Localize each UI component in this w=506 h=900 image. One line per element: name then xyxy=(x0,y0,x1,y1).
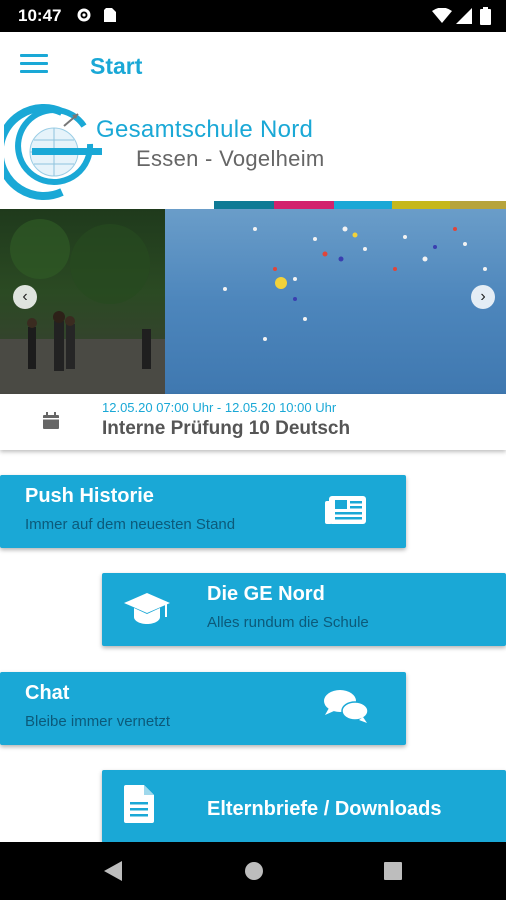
carousel-next-button[interactable]: › xyxy=(471,285,495,309)
status-time: 10:47 xyxy=(18,6,62,25)
system-nav-bar xyxy=(0,842,506,900)
tile-title: Push Historie xyxy=(25,485,154,507)
color-stripe xyxy=(334,201,392,209)
chat-bubbles-icon xyxy=(324,690,369,723)
die-ge-nord-button[interactable]: Die GE Nord Alles rundum die Schule xyxy=(102,573,506,646)
tile-title: Chat xyxy=(25,682,70,704)
app-bar: Start xyxy=(0,32,506,102)
settings-gear-icon xyxy=(76,7,92,28)
tile-subtitle: Alles rundum die Schule xyxy=(207,614,369,631)
tile-title: Die GE Nord xyxy=(207,583,325,605)
event-title: Interne Prüfung 10 Deutsch xyxy=(102,418,351,439)
school-logo-emblem-icon xyxy=(4,104,102,200)
home-circle-icon[interactable] xyxy=(244,861,264,881)
school-logo: Gesamtschule Nord Essen - Vogelheim xyxy=(0,102,506,210)
wifi-icon xyxy=(432,7,452,29)
tile-subtitle: Bleibe immer vernetzt xyxy=(25,713,171,730)
color-stripe xyxy=(274,201,334,209)
graduation-cap-icon xyxy=(124,593,170,624)
color-stripe xyxy=(214,201,274,209)
carousel-image-balloons xyxy=(165,209,506,394)
back-triangle-icon[interactable] xyxy=(104,861,122,881)
push-historie-button[interactable]: Push Historie Immer auf dem neuesten Sta… xyxy=(0,475,406,548)
carousel-prev-button[interactable]: ‹ xyxy=(13,285,37,309)
newspaper-icon xyxy=(325,496,366,524)
page-title: Start xyxy=(90,53,143,79)
sim-card-icon xyxy=(103,7,117,28)
tile-subtitle: Immer auf dem neuesten Stand xyxy=(25,516,236,533)
logo-location: Essen - Vogelheim xyxy=(136,146,325,171)
elternbriefe-downloads-button[interactable]: Elternbriefe / Downloads xyxy=(102,770,506,843)
tile-title: Elternbriefe / Downloads xyxy=(207,798,442,820)
status-bar: 10:47 xyxy=(0,0,506,32)
hamburger-menu-icon[interactable] xyxy=(20,54,48,78)
color-stripe xyxy=(450,201,506,209)
calendar-icon xyxy=(43,412,59,429)
recents-square-icon[interactable] xyxy=(384,862,402,880)
event-date: 12.05.20 07:00 Uhr - 12.05.20 10:00 Uhr xyxy=(102,400,337,415)
logo-school-name: Gesamtschule Nord xyxy=(96,116,314,143)
cell-signal-icon xyxy=(456,8,472,29)
battery-icon xyxy=(480,7,491,30)
image-carousel[interactable]: ‹ › xyxy=(0,209,506,394)
chat-button[interactable]: Chat Bleibe immer vernetzt xyxy=(0,672,406,745)
event-card[interactable]: 12.05.20 07:00 Uhr - 12.05.20 10:00 Uhr … xyxy=(0,394,506,450)
document-icon xyxy=(124,785,154,823)
color-stripe xyxy=(392,201,450,209)
